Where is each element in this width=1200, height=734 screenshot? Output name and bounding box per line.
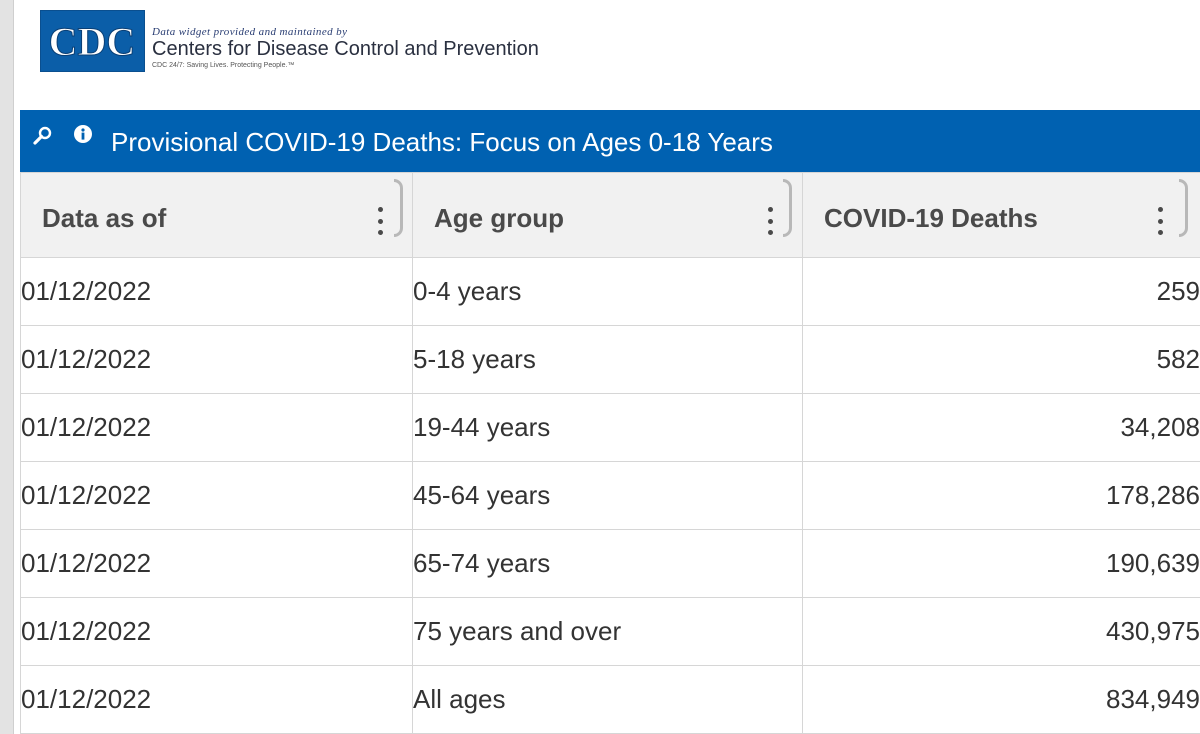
column-menu-icon[interactable] [1157,207,1163,235]
column-header-covid-deaths[interactable]: COVID-19 Deaths [802,172,1200,258]
widget-title: Provisional COVID-19 Deaths: Focus on Ag… [111,127,773,157]
column-header-label: Age group [434,203,564,233]
cell-age-group: 75 years and over [412,597,803,666]
cell-date: 01/12/2022 [20,665,413,734]
table-row[interactable]: 01/12/2022 0-4 years 259 [20,257,1200,326]
column-menu-icon[interactable] [767,207,773,235]
cell-age-group: 0-4 years [412,257,803,326]
cell-deaths: 178,286 [802,461,1200,530]
widget-title-bar: Provisional COVID-19 Deaths: Focus on Ag… [20,110,1200,172]
table-row[interactable]: 01/12/2022 5-18 years 582 [20,325,1200,394]
search-icon[interactable] [32,125,54,147]
column-header-data-as-of[interactable]: Data as of [20,172,413,258]
column-resize-handle[interactable] [783,179,792,237]
cell-date: 01/12/2022 [20,257,413,326]
org-motto: CDC 24/7: Saving Lives. Protecting Peopl… [152,62,295,69]
cell-date: 01/12/2022 [20,529,413,598]
cell-age-group: 65-74 years [412,529,803,598]
cell-age-group: 5-18 years [412,325,803,394]
cdc-logo-text: CDC [49,19,136,64]
cdc-logo: CDC [40,10,145,72]
column-header-age-group[interactable]: Age group [412,172,803,258]
cell-age-group: All ages [412,665,803,734]
cell-deaths: 834,949 [802,665,1200,734]
cell-deaths: 430,975 [802,597,1200,666]
column-resize-handle[interactable] [394,179,403,237]
cell-date: 01/12/2022 [20,393,413,462]
table-row[interactable]: 01/12/2022 45-64 years 178,286 [20,461,1200,530]
table-row[interactable]: 01/12/2022 19-44 years 34,208 [20,393,1200,462]
info-icon[interactable] [72,125,94,147]
cell-deaths: 259 [802,257,1200,326]
org-name: Centers for Disease Control and Preventi… [152,38,539,60]
cell-age-group: 19-44 years [412,393,803,462]
table-header-row: Data as of Age group COVID-19 Deaths [20,172,1200,258]
cell-deaths: 582 [802,325,1200,394]
cell-age-group: 45-64 years [412,461,803,530]
data-table: Data as of Age group COVID-19 Deaths 01/… [20,172,1200,734]
cell-date: 01/12/2022 [20,461,413,530]
column-header-label: Data as of [42,203,167,233]
column-header-label: COVID-19 Deaths [824,203,1038,233]
table-row[interactable]: 01/12/2022 65-74 years 190,639 [20,529,1200,598]
table-row[interactable]: 01/12/2022 75 years and over 430,975 [20,597,1200,666]
data-widget: Provisional COVID-19 Deaths: Focus on Ag… [20,110,1200,734]
table-row[interactable]: 01/12/2022 All ages 834,949 [20,665,1200,734]
cell-date: 01/12/2022 [20,325,413,394]
cell-date: 01/12/2022 [20,597,413,666]
cell-deaths: 190,639 [802,529,1200,598]
cell-deaths: 34,208 [802,393,1200,462]
window-left-edge [0,0,14,734]
column-menu-icon[interactable] [377,207,383,235]
column-resize-handle[interactable] [1179,179,1188,237]
